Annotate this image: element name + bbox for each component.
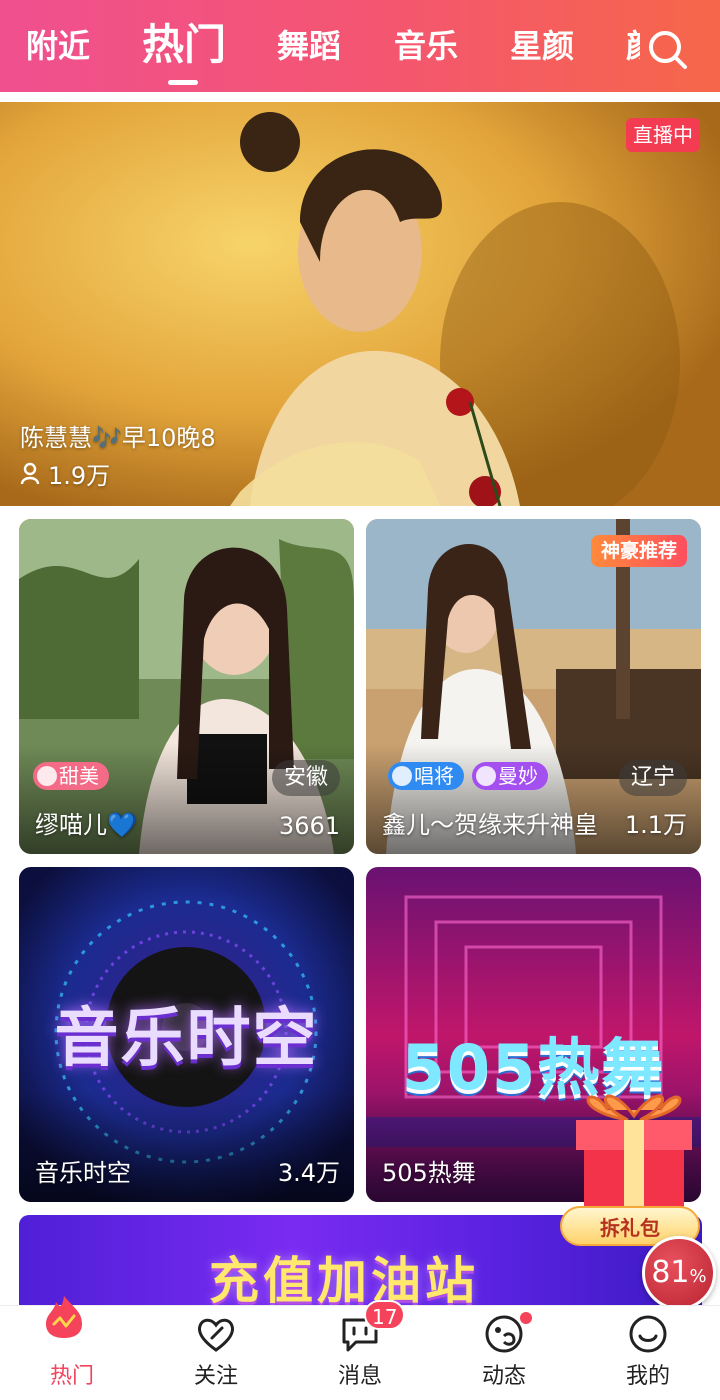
person-icon xyxy=(20,462,40,484)
unread-count-badge: 17 xyxy=(364,1300,406,1330)
top-bar: 附近 热门 舞蹈 音乐 星颜 颜 xyxy=(0,0,720,92)
tag-graceful: 曼妙 xyxy=(472,762,548,790)
bottom-navigation: 热门 关注 17 消息 动态 我的 xyxy=(0,1296,720,1400)
sparkle-tag-icon xyxy=(476,766,496,786)
tag-label: 曼妙 xyxy=(498,764,538,788)
tag-sweet: 甜美 xyxy=(33,762,109,790)
search-button[interactable] xyxy=(640,22,696,78)
gift-progress-badge[interactable]: 81% xyxy=(642,1236,716,1310)
heart-icon xyxy=(198,1318,234,1352)
nav-label: 动态 xyxy=(481,1364,526,1389)
nav-label: 消息 xyxy=(337,1364,382,1389)
header-gap xyxy=(0,92,720,102)
recharge-banner-title: 充值加油站 xyxy=(209,1252,479,1305)
hero-streamer-title: 陈慧慧🎶早10晚8 xyxy=(20,424,216,452)
mic-tag-icon xyxy=(392,766,412,786)
nav-moments[interactable]: 动态 xyxy=(432,1306,576,1400)
nav-label: 热门 xyxy=(49,1364,94,1389)
tab-music[interactable]: 音乐 xyxy=(394,26,458,66)
tab-star[interactable]: 星颜 xyxy=(510,26,574,66)
stream-card-2[interactable]: 神豪推荐 唱将 曼妙 辽宁 鑫儿～贺缘来升神皇 1.1万 xyxy=(366,519,701,854)
live-status-badge: 直播中 xyxy=(626,118,700,152)
tab-hot[interactable]: 热门 xyxy=(142,20,226,70)
viewer-count-value: 1.9万 xyxy=(48,462,111,490)
category-tabs: 附近 热门 舞蹈 音乐 星颜 颜 xyxy=(0,0,640,92)
tycoon-recommend-badge: 神豪推荐 xyxy=(590,535,687,567)
heart-tag-icon xyxy=(37,766,57,786)
nav-label: 我的 xyxy=(625,1364,670,1389)
nav-hot[interactable]: 热门 xyxy=(0,1296,144,1400)
room-name: 音乐时空 xyxy=(35,1159,131,1187)
nav-profile[interactable]: 我的 xyxy=(576,1306,720,1400)
gift-progress-value: 81 xyxy=(651,1255,690,1290)
hot-live-icon xyxy=(46,1296,82,1338)
viewer-count: 1.1万 xyxy=(624,811,687,839)
active-tab-indicator xyxy=(168,80,198,85)
search-icon xyxy=(649,31,687,69)
stream-card-1[interactable]: 甜美 安徽 缪喵儿💙 3661 xyxy=(19,519,354,854)
nav-label: 关注 xyxy=(193,1364,238,1389)
music-banner-title: 音乐时空 xyxy=(54,1002,319,1076)
moments-icon xyxy=(485,1315,523,1353)
smile-profile-icon xyxy=(629,1315,667,1353)
room-name: 505热舞 xyxy=(382,1159,476,1187)
hero-viewer-count: 1.9万 xyxy=(20,456,110,491)
location-chip: 安徽 xyxy=(271,760,340,796)
new-moments-dot xyxy=(520,1312,532,1324)
streamer-name: 鑫儿～贺缘来升神皇 xyxy=(382,811,598,839)
viewer-count: 3.4万 xyxy=(277,1159,340,1187)
tag-singer: 唱将 xyxy=(388,762,464,790)
location-chip: 辽宁 xyxy=(618,760,687,796)
tag-label: 唱将 xyxy=(414,764,454,788)
nav-messages[interactable]: 17 消息 xyxy=(288,1300,432,1400)
tag-label: 甜美 xyxy=(59,764,99,788)
stream-card-3[interactable]: 音乐时空 音乐时空 3.4万 xyxy=(19,867,354,1202)
tab-dance[interactable]: 舞蹈 xyxy=(277,26,341,66)
nav-follow[interactable]: 关注 xyxy=(144,1306,288,1400)
tab-nearby[interactable]: 附近 xyxy=(26,26,90,66)
tab-more[interactable]: 颜 xyxy=(626,26,640,66)
viewer-count: 3661 xyxy=(278,812,340,840)
gift-progress-unit: % xyxy=(689,1266,707,1287)
streamer-name: 缪喵儿💙 xyxy=(35,811,137,839)
